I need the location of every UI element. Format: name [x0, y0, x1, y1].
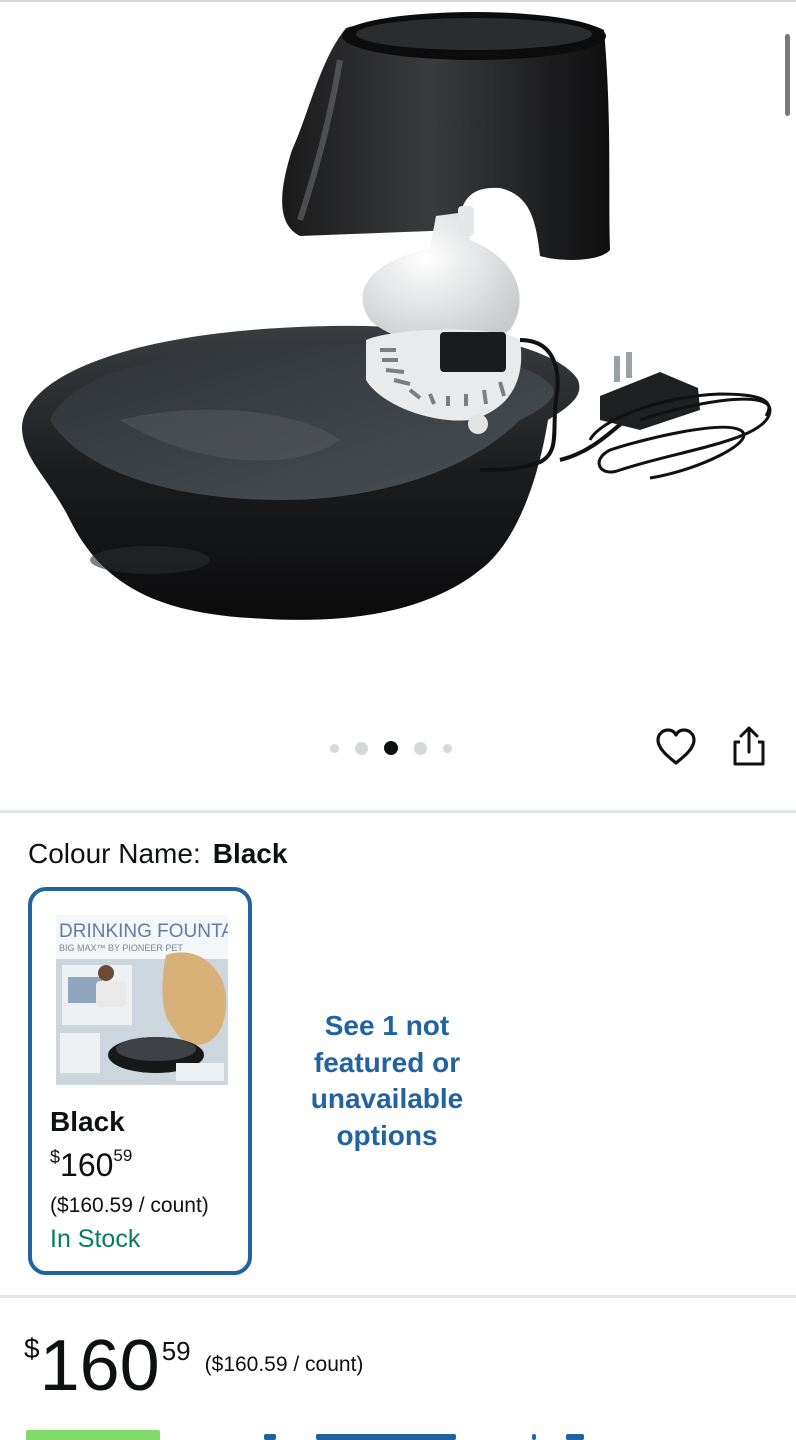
- section-divider: [0, 810, 796, 813]
- price-fraction: 59: [161, 1336, 191, 1366]
- option-unit-price: ($160.59 / count): [50, 1194, 209, 1217]
- carousel-dot[interactable]: [414, 741, 427, 755]
- box-title: DRINKING FOUNTAIN: [59, 921, 228, 942]
- option-thumbnail: DRINKING FOUNTAIN BIG MAX™ BY PIONEER PE…: [56, 915, 228, 1085]
- carousel-dot-active[interactable]: [384, 741, 398, 755]
- option-name: Black: [50, 1106, 125, 1137]
- share-icon[interactable]: [726, 724, 770, 768]
- see-more-options-link[interactable]: See 1 not featured or unavailable option…: [296, 1008, 478, 1154]
- variation-option-black[interactable]: DRINKING FOUNTAIN BIG MAX™ BY PIONEER PE…: [28, 887, 252, 1275]
- deal-badge: [26, 1430, 160, 1440]
- carousel-dot[interactable]: [330, 743, 339, 753]
- carousel-indicator[interactable]: [330, 738, 468, 758]
- option-price-currency: $: [50, 1147, 61, 1167]
- option-price-fraction: 59: [113, 1146, 133, 1165]
- box-subtitle: BIG MAX™ BY PIONEER PET: [59, 943, 183, 953]
- scrollbar[interactable]: [785, 34, 790, 116]
- option-price: $16059: [50, 1145, 132, 1192]
- heart-icon[interactable]: [654, 726, 698, 770]
- unit-price: ($160.59 / count): [204, 1353, 364, 1376]
- variation-selected-value: Black: [212, 838, 288, 869]
- variation-label-row: Colour Name: Black: [28, 834, 287, 874]
- main-price: $ 160 59 ($160.59 / count): [24, 1326, 363, 1406]
- option-price-whole: 160: [60, 1147, 114, 1183]
- carousel-dot[interactable]: [443, 743, 452, 753]
- cropped-link-text[interactable]: [262, 1434, 602, 1440]
- option-availability: In Stock: [50, 1225, 141, 1253]
- product-image[interactable]: [0, 0, 796, 720]
- price-currency: $: [24, 1333, 40, 1364]
- price-whole: 160: [39, 1326, 160, 1406]
- carousel-dot[interactable]: [355, 741, 368, 755]
- section-divider: [0, 1295, 796, 1298]
- variation-label: Colour Name:: [28, 838, 201, 869]
